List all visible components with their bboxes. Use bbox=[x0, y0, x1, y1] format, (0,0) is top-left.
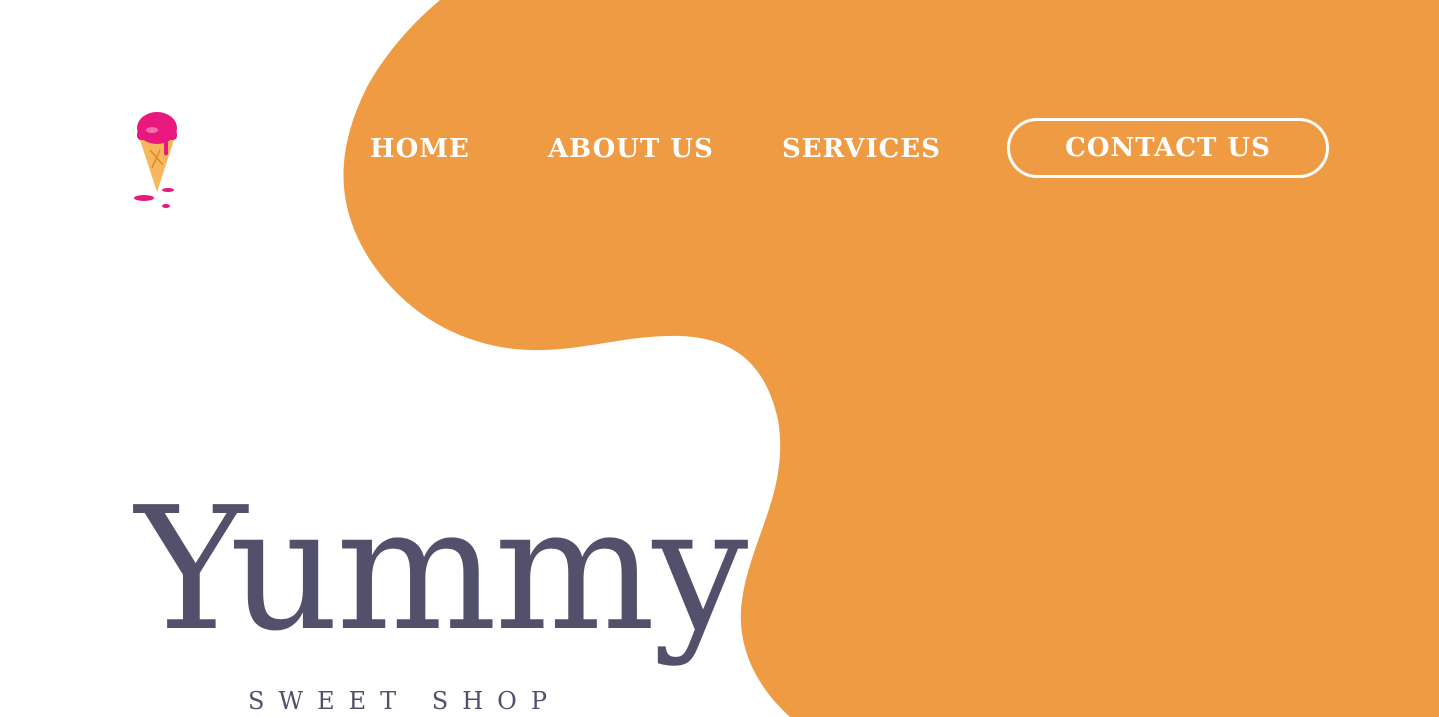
puddle-drop-1 bbox=[134, 195, 154, 201]
hero-subtitle: SWEET SHOP bbox=[248, 687, 561, 715]
cone-shape bbox=[140, 140, 174, 192]
hero-title: Yummy bbox=[135, 471, 748, 669]
puddle-drop-2 bbox=[162, 188, 174, 192]
ice-cream-cone-icon[interactable] bbox=[130, 110, 184, 210]
puddle-drop-3 bbox=[162, 204, 170, 208]
nav-home-link[interactable]: HOME bbox=[370, 130, 470, 168]
scoop-drip bbox=[164, 138, 168, 156]
nav-services-link[interactable]: SERVICES bbox=[782, 130, 941, 168]
nav-about-us-link[interactable]: ABOUT US bbox=[548, 130, 714, 168]
scoop-shine bbox=[146, 127, 158, 133]
contact-us-button[interactable]: CONTACT US bbox=[1007, 118, 1329, 178]
